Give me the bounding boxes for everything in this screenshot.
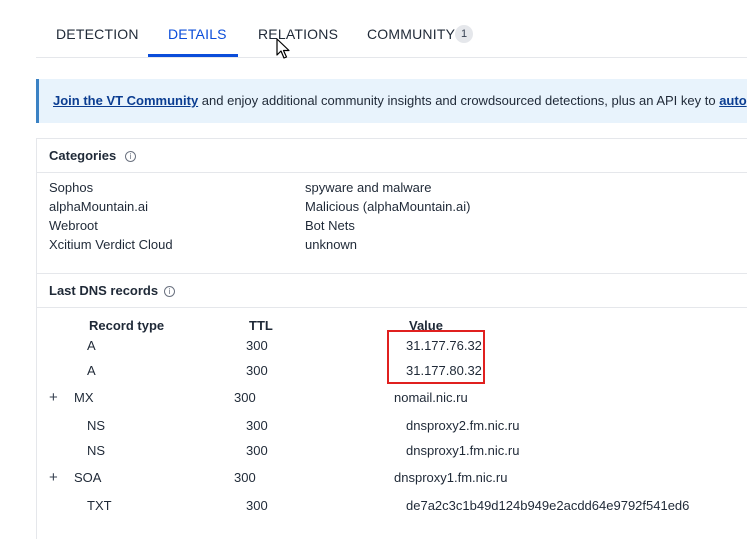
dns-record-type: SOA bbox=[74, 470, 102, 485]
dns-record-ttl: 300 bbox=[234, 470, 256, 485]
dns-record-ttl: 300 bbox=[246, 443, 268, 458]
section-divider bbox=[36, 273, 747, 274]
tab-community[interactable]: COMMUNITY bbox=[367, 26, 455, 42]
category-vendor: alphaMountain.ai bbox=[49, 199, 149, 214]
expand-plus-icon[interactable]: + bbox=[49, 389, 58, 406]
category-value: spyware and malware bbox=[305, 180, 432, 195]
dns-record-value: dnsproxy2.fm.nic.ru bbox=[406, 418, 520, 433]
banner-trailing-link[interactable]: auto bbox=[719, 93, 746, 108]
categories-divider bbox=[36, 172, 747, 173]
dns-record-ttl: 300 bbox=[234, 390, 256, 405]
dns-record-ttl: 300 bbox=[246, 338, 268, 353]
categories-title: Categories bbox=[49, 148, 117, 163]
dns-record-value: dnsproxy1.fm.nic.ru bbox=[406, 443, 520, 458]
banner-message: and enjoy additional community insights … bbox=[198, 93, 720, 108]
highlight-box bbox=[387, 330, 485, 384]
dns-record-ttl: 300 bbox=[246, 498, 268, 513]
banner-text: Join the VT Community and enjoy addition… bbox=[53, 93, 747, 108]
header-ttl: TTL bbox=[249, 318, 273, 333]
dns-record-ttl: 300 bbox=[246, 363, 268, 378]
dns-record-type: TXT bbox=[87, 498, 112, 513]
category-value: unknown bbox=[305, 237, 358, 252]
info-circle-icon[interactable]: i bbox=[164, 286, 175, 297]
dns-record-value: de7a2c3c1b49d124b949e2acdd64e9792f541ed6 bbox=[406, 498, 690, 513]
category-value: Malicious (alphaMountain.ai) bbox=[305, 199, 471, 214]
dns-record-type: NS bbox=[87, 418, 106, 433]
tabs-divider bbox=[36, 57, 747, 58]
category-vendor: Xcitium Verdict Cloud bbox=[49, 237, 173, 252]
info-circle-icon[interactable]: i bbox=[125, 151, 136, 162]
dns-divider bbox=[36, 307, 747, 308]
dns-records-title: Last DNS records bbox=[49, 283, 159, 298]
category-vendor: Sophos bbox=[49, 180, 94, 195]
dns-record-value: nomail.nic.ru bbox=[394, 390, 468, 405]
dns-record-type: A bbox=[87, 363, 96, 378]
expand-plus-icon[interactable]: + bbox=[49, 469, 58, 486]
mouse-pointer-icon bbox=[276, 38, 290, 65]
header-record-type: Record type bbox=[89, 318, 165, 333]
dns-record-type: NS bbox=[87, 443, 106, 458]
category-vendor: Webroot bbox=[49, 218, 98, 233]
dns-record-ttl: 300 bbox=[246, 418, 268, 433]
dns-record-value: dnsproxy1.fm.nic.ru bbox=[394, 470, 508, 485]
dns-record-type: MX bbox=[74, 390, 94, 405]
category-value: Bot Nets bbox=[305, 218, 355, 233]
join-community-link[interactable]: Join the VT Community bbox=[53, 93, 198, 108]
tab-relations[interactable]: RELATIONS bbox=[258, 26, 338, 42]
community-count-badge: 1 bbox=[455, 25, 473, 43]
community-banner: Join the VT Community and enjoy addition… bbox=[36, 79, 747, 123]
dns-record-type: A bbox=[87, 338, 96, 353]
tab-details[interactable]: DETAILS bbox=[168, 26, 227, 42]
tab-detection[interactable]: DETECTION bbox=[56, 26, 139, 42]
